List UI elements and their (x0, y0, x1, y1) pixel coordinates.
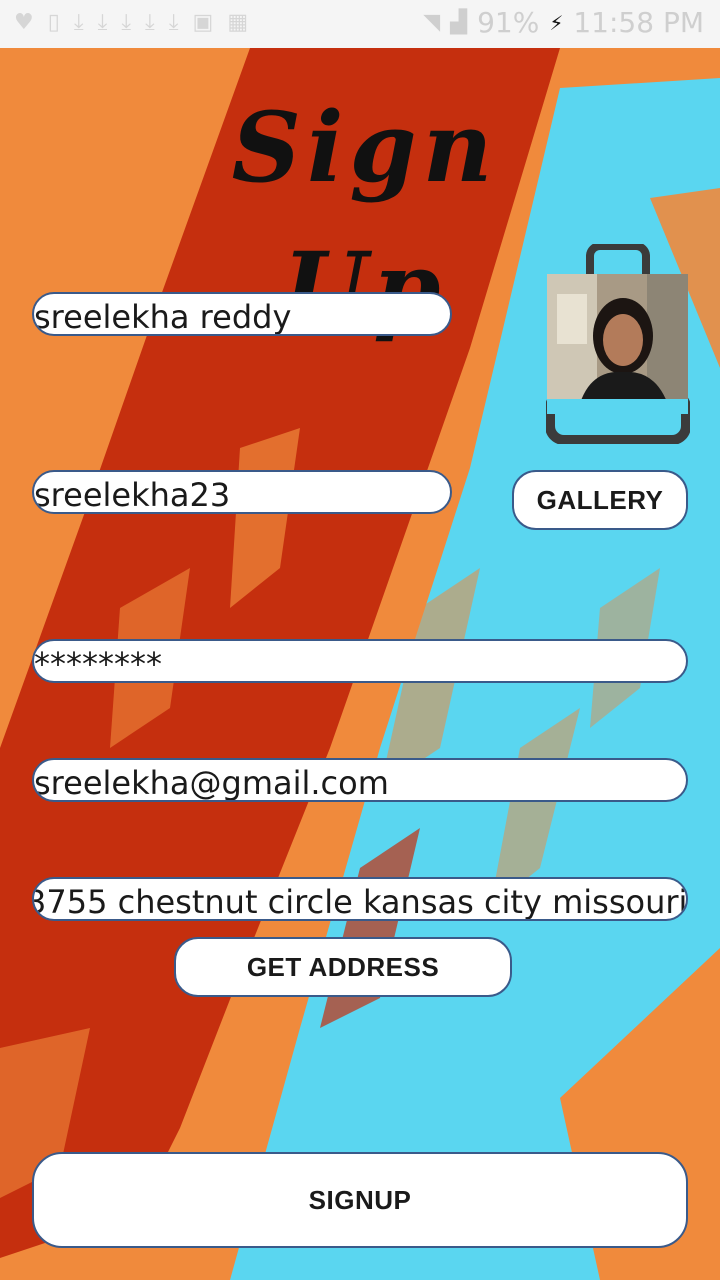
avatar (547, 274, 688, 414)
signup-button[interactable]: SIGNUP (32, 1152, 688, 1248)
signal-icon: ▟ (450, 10, 468, 35)
wifi-icon: ◥ (423, 10, 441, 35)
password-field[interactable]: ******** (32, 639, 688, 683)
username-field-value: sreelekha23 (34, 476, 231, 514)
name-field-value: sreelekha reddy (34, 298, 292, 336)
name-field[interactable]: sreelekha reddy (32, 292, 452, 336)
heart-icon: ♥ (14, 10, 34, 35)
gallery-button[interactable]: GALLERY (512, 470, 688, 530)
email-field-value: sreelekha@gmail.com (34, 764, 389, 802)
status-bar: ♥ ▯ ⤓ ⤓ ⤓ ⤓ ⤓ ▣ ▦ ◥ ▟ 91% ⚡ 11:58 PM (0, 0, 720, 48)
download-icon: ⤓ (121, 10, 132, 35)
username-field[interactable]: sreelekha23 (32, 470, 452, 514)
address-field[interactable]: 3755 chestnut circle kansas city missour… (32, 877, 688, 921)
download-icon: ⤓ (168, 10, 179, 35)
battery-percent: 91% (477, 6, 540, 39)
download-icon: ⤓ (73, 10, 84, 35)
sd-card-icon: ▯ (47, 10, 60, 35)
calendar-icon: ▦ (227, 10, 249, 35)
screenshot-icon: ▣ (192, 10, 214, 35)
email-field[interactable]: sreelekha@gmail.com (32, 758, 688, 802)
status-icons-left: ♥ ▯ ⤓ ⤓ ⤓ ⤓ ⤓ ▣ ▦ (14, 10, 248, 35)
password-field-value: ******** (34, 645, 162, 683)
download-icon: ⤓ (97, 10, 108, 35)
charging-icon: ⚡ (549, 10, 564, 35)
status-right: ◥ ▟ 91% ⚡ 11:58 PM (423, 6, 704, 39)
page-title: Sign Up (231, 91, 499, 344)
get-address-button[interactable]: GET ADDRESS (174, 937, 512, 997)
address-field-value: 3755 chestnut circle kansas city missour… (32, 883, 688, 921)
download-icon: ⤓ (145, 10, 155, 35)
profile-photo-frame (545, 242, 691, 445)
clock: 11:58 PM (573, 6, 704, 39)
